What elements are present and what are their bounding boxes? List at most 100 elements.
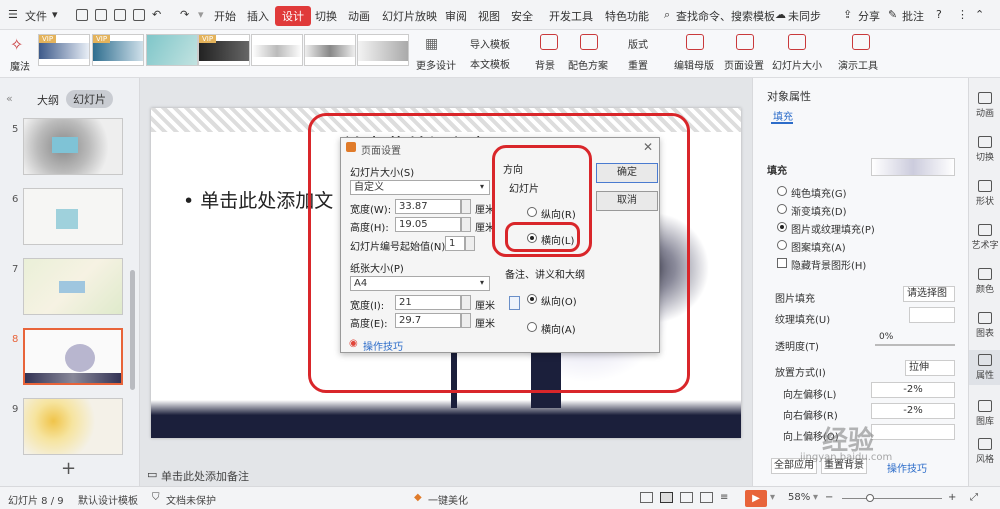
offset-right-input[interactable]: -2% [871,403,955,419]
template-thumb[interactable]: VIP [38,34,90,66]
sidebar-item-style[interactable]: 风格 [969,438,1000,465]
gradient-fill-radio[interactable] [777,204,787,214]
offset-left-input[interactable]: -2% [871,382,955,398]
zoom-in-button[interactable]: + [948,492,956,503]
slide-size-icon[interactable] [788,34,806,50]
add-slide-button[interactable]: + [61,458,76,479]
reset-button[interactable]: 重置 [628,57,648,72]
notes-view-icon[interactable] [640,492,653,503]
sidebar-item-chart[interactable]: 图表 [969,312,1000,339]
zoom-level[interactable]: 58% [788,492,810,503]
undo-icon[interactable]: ↶ [152,8,161,21]
template-thumb[interactable] [304,34,356,66]
fill-preview[interactable] [871,158,955,176]
tab-slideshow[interactable]: 幻灯片放映 [382,8,437,24]
chevron-down-icon[interactable]: ▾ [52,8,58,21]
play-slideshow-button[interactable]: ▶ [745,490,767,507]
pattern-fill-radio[interactable] [777,240,787,250]
slide-thumbnail[interactable] [23,258,123,315]
placement-select[interactable]: 拉伸 [905,360,955,376]
slide-thumbnail[interactable] [23,188,123,245]
scrollbar[interactable] [130,270,135,390]
presentation-tools-button[interactable]: 演示工具 [838,57,878,72]
sidebar-item-color[interactable]: 颜色 [969,268,1000,295]
layout-button[interactable]: 版式 [628,36,648,51]
transparency-slider[interactable] [875,344,955,346]
gradient-fill-label[interactable]: 渐变填充(D) [791,203,847,218]
picture-fill-label[interactable]: 图片或纹理填充(P) [791,221,875,236]
picture-fill-radio[interactable] [777,222,787,232]
sorter-view-icon[interactable] [680,492,693,503]
sidebar-item-shape[interactable]: 形状 [969,180,1000,207]
tab-fill[interactable]: 填充 [773,108,793,123]
page-setup-icon[interactable] [736,34,754,50]
panel-tips-link[interactable]: 操作技巧 [887,460,927,475]
slide-thumbnail[interactable] [23,118,123,175]
save-icon[interactable] [76,9,88,21]
help-icon[interactable]: ? [936,8,942,21]
print-icon[interactable] [114,9,126,21]
file-menu[interactable]: 文件 [25,8,47,24]
template-thumb[interactable] [251,34,303,66]
page-setup-button[interactable]: 页面设置 [724,57,764,72]
hide-bg-checkbox[interactable] [777,258,787,268]
comment-button[interactable]: 批注 [902,8,924,24]
sidebar-item-animation[interactable]: 动画 [969,92,1000,119]
grid-icon[interactable]: ▦ [425,36,438,52]
preview-icon[interactable] [133,9,145,21]
sync-status[interactable]: 未同步 [788,8,821,24]
magic-button[interactable]: 魔法 [10,58,30,73]
tab-animation[interactable]: 动画 [348,8,370,24]
zoom-slider[interactable] [842,498,942,499]
master-icon[interactable] [686,34,704,50]
solid-fill-label[interactable]: 纯色填充(G) [791,185,847,200]
offset-up-input[interactable] [871,424,955,440]
template-name[interactable]: 默认设计模板 [78,492,138,507]
background-icon[interactable] [540,34,558,50]
tab-features[interactable]: 特色功能 [605,8,649,24]
this-template-button[interactable]: 本文模板 [470,56,510,71]
solid-fill-radio[interactable] [777,186,787,196]
color-scheme-button[interactable]: 配色方案 [568,57,608,72]
tab-outline[interactable]: 大纲 [37,92,59,108]
tab-developer[interactable]: 开发工具 [549,8,593,24]
open-icon[interactable] [95,9,107,21]
slide-thumbnail-selected[interactable] [23,328,123,385]
tab-design[interactable]: 设计 [275,6,311,26]
slide-thumbnail[interactable] [23,398,123,455]
sidebar-item-properties[interactable]: 属性 [969,350,1000,385]
tab-transition[interactable]: 切换 [315,8,337,24]
presentation-tools-icon[interactable] [852,34,870,50]
notes-placeholder[interactable]: 单击此处添加备注 [161,468,249,484]
texture-select[interactable] [909,307,955,323]
choose-picture-button[interactable]: 请选择图 [903,286,955,302]
protection-status[interactable]: 文档未保护 [166,492,216,507]
slide-size-button[interactable]: 幻灯片大小 [772,57,822,72]
hide-bg-label[interactable]: 隐藏背景图形(H) [791,257,866,272]
template-thumb[interactable]: VIP [92,34,144,66]
fit-window-icon[interactable]: ⤢ [970,492,978,503]
background-button[interactable]: 背景 [535,57,555,72]
one-click-beautify[interactable]: 一键美化 [428,492,468,507]
tab-review[interactable]: 审阅 [445,8,467,24]
sidebar-item-gallery[interactable]: 图库 [969,400,1000,427]
normal-view-icon[interactable] [660,492,673,503]
tab-insert[interactable]: 插入 [247,8,269,24]
reading-view-icon[interactable] [700,492,713,503]
tab-home[interactable]: 开始 [214,8,236,24]
zoom-slider-handle[interactable] [866,494,874,502]
edit-master-button[interactable]: 编辑母版 [674,57,714,72]
tab-slides[interactable]: 幻灯片 [66,90,113,108]
tab-security[interactable]: 安全 [511,8,533,24]
template-thumb[interactable] [357,34,409,66]
search-icon[interactable]: ⌕ [664,8,670,22]
template-thumb[interactable] [146,34,198,66]
sidebar-item-wordart[interactable]: 艺术字 [969,224,1000,251]
menu-icon[interactable]: ≡ [720,492,728,503]
more-design-button[interactable]: 更多设计 [416,57,456,72]
magic-wand-icon[interactable]: ✧ [10,35,23,54]
color-scheme-icon[interactable] [580,34,598,50]
sidebar-item-transition[interactable]: 切换 [969,136,1000,163]
template-thumb[interactable]: VIP [198,34,250,66]
pattern-fill-label[interactable]: 图案填充(A) [791,239,846,254]
